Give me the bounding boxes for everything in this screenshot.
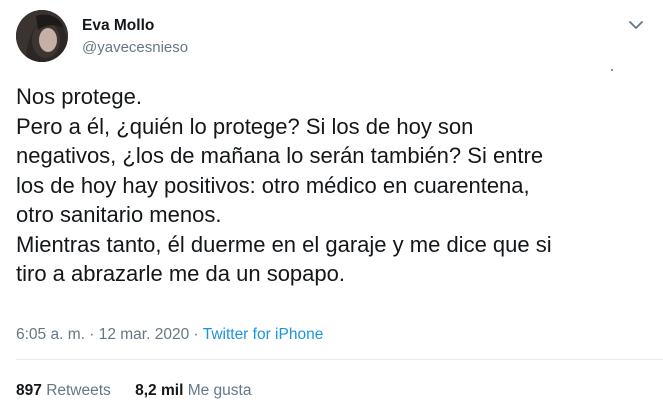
avatar-image — [16, 10, 68, 62]
retweets-stat[interactable]: 897 Retweets — [16, 381, 111, 401]
meta-separator: · — [84, 326, 99, 343]
likes-label: Me gusta — [187, 382, 252, 399]
chevron-down-icon[interactable] — [627, 16, 645, 34]
retweets-label: Retweets — [46, 382, 111, 399]
tweet-meta: 6:05 a. m. · 12 mar. 2020 · Twitter for … — [16, 325, 323, 345]
likes-stat[interactable]: 8,2 mil Me gusta — [135, 381, 251, 401]
likes-count: 8,2 mil — [135, 382, 184, 399]
retweets-count: 897 — [16, 382, 42, 399]
meta-separator-2: · — [189, 326, 203, 343]
tweet-time[interactable]: 6:05 a. m. — [16, 326, 85, 343]
tweet-card: Eva Mollo @yavecesnieso Nos protege. Per… — [0, 0, 663, 415]
tweet-text: Nos protege. Pero a él, ¿quién lo proteg… — [16, 84, 552, 286]
decorative-dot — [611, 69, 613, 71]
user-handle[interactable]: @yavecesnieso — [82, 38, 188, 58]
divider — [16, 359, 663, 360]
user-name[interactable]: Eva Mollo — [82, 16, 154, 36]
tweet-stats: 897 Retweets 8,2 mil Me gusta — [16, 381, 251, 401]
avatar[interactable] — [16, 10, 68, 62]
tweet-source-link[interactable]: Twitter for iPhone — [203, 326, 324, 343]
tweet-date[interactable]: 12 mar. 2020 — [99, 326, 189, 343]
